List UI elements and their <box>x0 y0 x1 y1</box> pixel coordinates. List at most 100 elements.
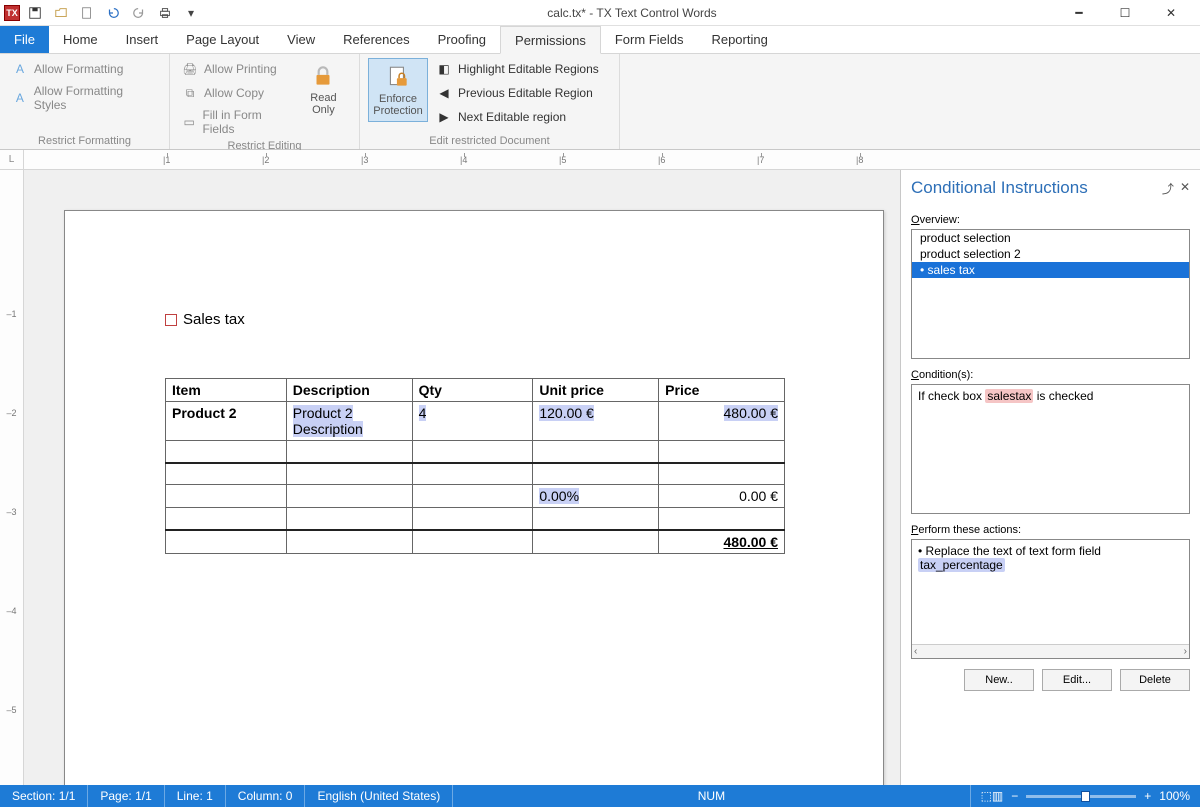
table-row-total: 480.00 € <box>166 530 785 554</box>
sales-tax-checkbox-row: Sales tax <box>165 311 783 328</box>
list-item[interactable]: product selection <box>912 230 1189 246</box>
list-item[interactable]: • sales tax <box>912 262 1189 278</box>
horizontal-ruler[interactable]: L |1|2|3|4|5|6|7|8 <box>0 150 1200 170</box>
actions-hscrollbar[interactable]: ‹› <box>912 644 1189 658</box>
panel-title: Conditional Instructions <box>911 178 1088 198</box>
next-region-button[interactable]: ▶Next Editable region <box>432 106 603 128</box>
table-header-row: Item Description Qty Unit price Price <box>166 379 785 402</box>
status-page[interactable]: Page: 1/1 <box>88 785 164 807</box>
tab-form-fields[interactable]: Form Fields <box>601 26 698 53</box>
layout-view-icon[interactable]: ⬚▥ <box>981 789 1004 803</box>
app-icon: TX <box>4 5 20 21</box>
tab-home[interactable]: Home <box>49 26 112 53</box>
tab-references[interactable]: References <box>329 26 423 53</box>
zoom-value[interactable]: 100% <box>1159 789 1190 803</box>
allow-printing-label: Allow Printing <box>204 62 277 76</box>
cell-tax-pct: 0.00% <box>533 485 659 508</box>
tab-file[interactable]: File <box>0 26 49 53</box>
col-qty: Qty <box>412 379 533 402</box>
allow-printing-button[interactable]: 🖨Allow Printing <box>178 58 292 80</box>
status-column[interactable]: Column: 0 <box>226 785 306 807</box>
print-icon[interactable] <box>154 2 176 24</box>
allow-formatting-styles-button[interactable]: A Allow Formatting Styles <box>8 82 161 114</box>
actions-box[interactable]: • Replace the text of text form field ta… <box>911 539 1190 659</box>
ribbon-body: AAllow Formatting A Allow Formatting Styl… <box>0 54 1200 150</box>
save-icon[interactable] <box>24 2 46 24</box>
prev-region-label: Previous Editable Region <box>458 86 593 100</box>
window-title: calc.tx* - TX Text Control Words <box>202 6 1062 20</box>
enforce-protection-label: Enforce Protection <box>371 93 425 117</box>
document-lock-icon <box>384 63 412 91</box>
maximize-button[interactable]: ☐ <box>1108 2 1142 24</box>
cell-price: 480.00 € <box>659 402 785 441</box>
allow-formatting-styles-label: Allow Formatting Styles <box>34 84 157 112</box>
status-line[interactable]: Line: 1 <box>165 785 226 807</box>
redo-icon[interactable] <box>128 2 150 24</box>
conditions-box[interactable]: If check box salestax is checked <box>911 384 1190 514</box>
cell-unit-price: 120.00 € <box>533 402 659 441</box>
form-icon: ▭ <box>182 114 196 130</box>
table-row-tax: 0.00%0.00 € <box>166 485 785 508</box>
fill-in-form-fields-button[interactable]: ▭ Fill in Form Fields <box>178 106 292 138</box>
tab-view[interactable]: View <box>273 26 329 53</box>
main-area: –1–2–3–4–5 Sales tax Item Description Qt… <box>0 170 1200 785</box>
new-icon[interactable] <box>76 2 98 24</box>
allow-copy-button[interactable]: ⧉ Allow Copy <box>178 82 292 104</box>
read-only-button[interactable]: Read Only <box>296 58 351 120</box>
tab-permissions[interactable]: Permissions <box>500 26 601 54</box>
fill-in-form-fields-label: Fill in Form Fields <box>202 108 287 136</box>
text-a-icon: A <box>12 61 28 77</box>
read-only-label: Read Only <box>298 92 349 116</box>
delete-button[interactable]: Delete <box>1120 669 1190 691</box>
qat-dropdown-icon[interactable]: ▾ <box>180 2 202 24</box>
zoom-in-icon[interactable]: + <box>1144 789 1151 803</box>
panel-close-icon[interactable]: ✕ <box>1180 180 1190 197</box>
items-table: Item Description Qty Unit price Price Pr… <box>165 378 785 554</box>
status-language[interactable]: English (United States) <box>305 785 453 807</box>
enforce-protection-button[interactable]: Enforce Protection <box>368 58 428 122</box>
document-viewport[interactable]: Sales tax Item Description Qty Unit pric… <box>24 170 900 785</box>
highlight-icon: ◧ <box>436 61 452 77</box>
new-button[interactable]: NNew..ew.. <box>964 669 1034 691</box>
table-row <box>166 441 785 463</box>
open-icon[interactable] <box>50 2 72 24</box>
zoom-slider[interactable] <box>1026 795 1136 798</box>
zoom-out-icon[interactable]: − <box>1011 789 1018 803</box>
status-num[interactable]: NUM <box>453 785 970 807</box>
checkbox-icon[interactable] <box>165 314 177 326</box>
edit-button[interactable]: Edit... <box>1042 669 1112 691</box>
highlight-editable-label: Highlight Editable Regions <box>458 62 599 76</box>
document-page: Sales tax Item Description Qty Unit pric… <box>64 210 884 785</box>
minimize-button[interactable]: ━ <box>1062 2 1096 24</box>
actions-label: Perform these actions: <box>911 524 1190 536</box>
copy-icon: ⧉ <box>182 85 198 101</box>
prev-region-button[interactable]: ◀Previous Editable Region <box>432 82 603 104</box>
tab-page-layout[interactable]: Page Layout <box>172 26 273 53</box>
col-item: Item <box>166 379 287 402</box>
allow-copy-label: Allow Copy <box>204 86 264 100</box>
overview-listbox[interactable]: product selection product selection 2 • … <box>911 229 1190 359</box>
sales-tax-label: Sales tax <box>183 311 245 328</box>
cell-description: Product 2 Description <box>286 402 412 441</box>
condition-text: If check box salestax is checked <box>918 389 1093 403</box>
table-row <box>166 508 785 530</box>
overview-label: Overview: <box>911 214 1190 226</box>
cell-tax-amount: 0.00 € <box>659 485 785 508</box>
tab-insert[interactable]: Insert <box>112 26 173 53</box>
tab-reporting[interactable]: Reporting <box>697 26 781 53</box>
col-price: Price <box>659 379 785 402</box>
zoom-control[interactable]: ⬚▥ − + 100% <box>971 789 1200 803</box>
vertical-ruler[interactable]: –1–2–3–4–5 <box>0 170 24 785</box>
allow-formatting-button[interactable]: AAllow Formatting <box>8 58 161 80</box>
action-item: • Replace the text of text form field ta… <box>918 544 1183 572</box>
close-button[interactable]: ✕ <box>1154 2 1188 24</box>
pin-icon[interactable]: ⤴ <box>1162 180 1174 197</box>
undo-icon[interactable] <box>102 2 124 24</box>
group-label-edit-restricted: Edit restricted Document <box>368 133 611 147</box>
group-label-restrict-formatting: Restrict Formatting <box>8 133 161 147</box>
list-item[interactable]: product selection 2 <box>912 246 1189 262</box>
status-section[interactable]: Section: 1/1 <box>0 785 88 807</box>
tab-proofing[interactable]: Proofing <box>424 26 500 53</box>
highlight-editable-button[interactable]: ◧ Highlight Editable Regions <box>432 58 603 80</box>
text-a-icon: A <box>12 90 28 106</box>
